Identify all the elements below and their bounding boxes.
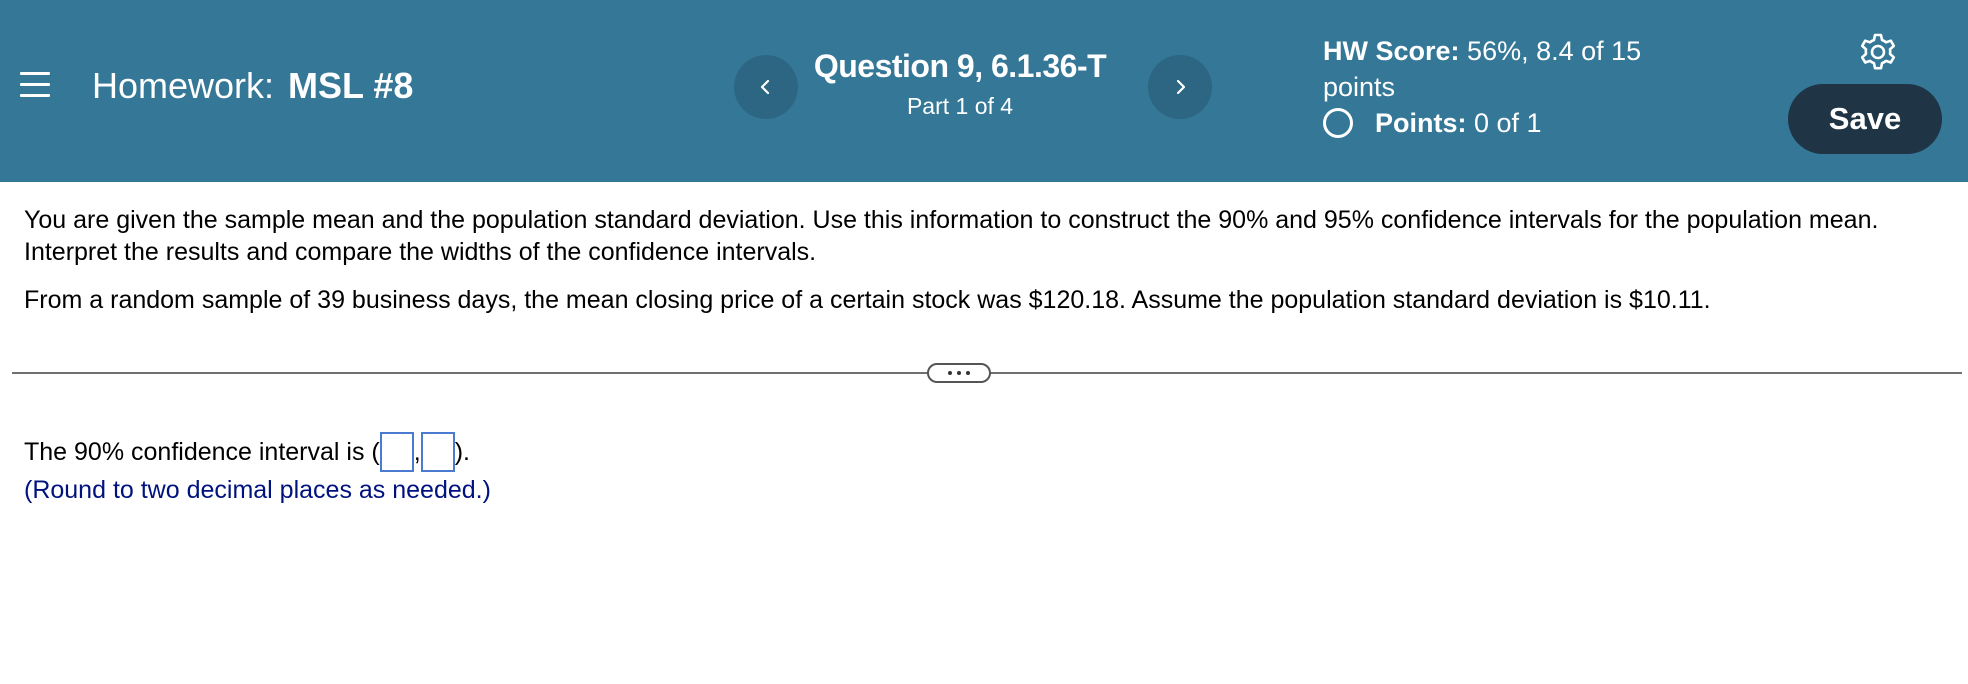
question-header: Question 9, 6.1.36-T Part 1 of 4	[800, 46, 1120, 121]
rounding-hint: (Round to two decimal places as needed.)	[24, 476, 491, 504]
homework-name: MSL #8	[288, 65, 414, 106]
question-instructions: You are given the sample mean and the po…	[24, 206, 1879, 266]
top-bar: Homework: MSL #8 Question 9, 6.1.36-T Par…	[0, 0, 1968, 182]
answer-separator: ,	[413, 438, 421, 466]
answer-suffix: ).	[454, 438, 470, 466]
points-value: 0 of 1	[1474, 108, 1542, 138]
menu-icon[interactable]	[20, 70, 50, 100]
points-row: Points: 0 of 1	[1323, 105, 1683, 141]
gear-icon[interactable]	[1858, 32, 1898, 72]
homework-title: Homework: MSL #8	[92, 64, 413, 108]
answer-area: The 90% confidence interval is ( , ). (R…	[24, 432, 491, 508]
question-part: Part 1 of 4	[906, 93, 1014, 119]
answer-prefix: The 90% confidence interval is (	[24, 438, 380, 466]
homework-label: Homework:	[92, 65, 275, 106]
question-text: You are given the sample mean and the po…	[24, 204, 1944, 332]
lower-bound-input[interactable]	[379, 432, 414, 472]
ellipsis-icon[interactable]	[927, 363, 991, 383]
upper-bound-input[interactable]	[420, 432, 455, 472]
confidence-interval-row: The 90% confidence interval is ( , ).	[24, 432, 491, 472]
question-title: Question 9, 6.1.36-T	[813, 48, 1107, 84]
chevron-left-icon	[760, 79, 770, 95]
points-label: Points:	[1375, 108, 1467, 138]
score-panel: HW Score: 56%, 8.4 of 15 points Points: …	[1323, 33, 1683, 141]
chevron-right-icon	[1176, 79, 1186, 95]
hw-score-label: HW Score:	[1323, 36, 1460, 66]
next-question-button[interactable]	[1148, 55, 1212, 119]
previous-question-button[interactable]	[734, 55, 798, 119]
save-button[interactable]: Save	[1788, 84, 1942, 154]
hw-score: HW Score: 56%, 8.4 of 15 points	[1323, 33, 1683, 105]
circle-icon	[1323, 108, 1353, 138]
question-given-data: From a random sample of 39 business days…	[24, 286, 1711, 314]
